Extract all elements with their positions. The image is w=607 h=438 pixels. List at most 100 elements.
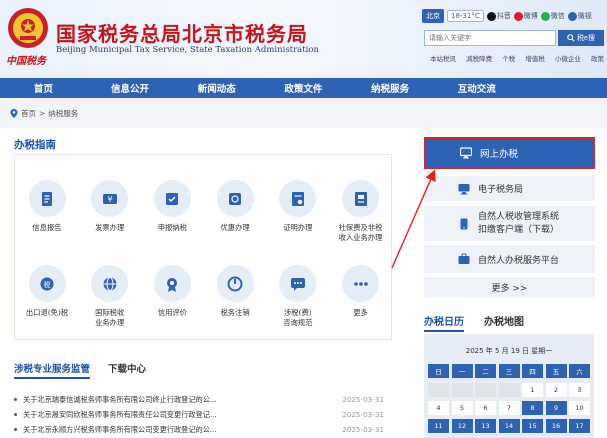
service-label: 发票办理 <box>95 223 125 232</box>
nav-interaction[interactable]: 互动交流 <box>433 78 520 98</box>
douyin-icon <box>486 11 496 21</box>
weishi-icon <box>567 11 577 21</box>
service-info-report[interactable]: 信息报告 <box>19 180 75 233</box>
service-export-refund[interactable]: 税出口退(免)税 <box>19 265 75 318</box>
calendar-day[interactable]: 10 <box>569 401 590 415</box>
nav-policy[interactable]: 政策文件 <box>260 78 347 98</box>
certificate-icon <box>291 191 304 206</box>
quick-link[interactable]: 增值税 <box>525 53 545 63</box>
location-pin-icon <box>10 109 18 118</box>
service-icon-circle <box>153 265 191 302</box>
service-preferential[interactable]: 优惠办理 <box>207 180 263 233</box>
calendar-day <box>428 383 449 397</box>
news-item[interactable]: 关于北京瑞泰信诚税务师事务所有限公司终止行政登记的公... 2025-03-31 <box>14 392 384 407</box>
site-title-en: Beijing Municipal Tax Service, State Tax… <box>56 45 319 55</box>
quick-link[interactable]: 个税 <box>502 53 515 63</box>
news-item[interactable]: 关于北京永顺方兴税务师事务所有限公司变更行政登记的公... 2025-03-31 <box>14 422 384 437</box>
nav-home[interactable]: 首页 <box>0 78 87 98</box>
nav-tax-service[interactable]: 纳税服务 <box>347 78 434 98</box>
search-input[interactable] <box>424 30 556 46</box>
calendar-day[interactable]: 12 <box>451 419 473 433</box>
bullet <box>14 428 17 431</box>
site-title-cn[interactable]: 国家税务总局北京市税务局 <box>56 18 308 47</box>
tab-professional-supervision[interactable]: 涉税专业服务监管 <box>14 361 91 379</box>
export-refund-icon: 税 <box>40 277 54 290</box>
calendar-day[interactable]: 2 <box>545 383 567 397</box>
weishi-link[interactable]: 微视 <box>567 11 592 21</box>
news-date: 2025-03-31 <box>342 425 384 434</box>
quick-link[interactable]: 本站税讯 <box>430 53 456 63</box>
bullet <box>14 413 17 416</box>
breadcrumb-current[interactable]: 纳税服务 <box>48 108 78 119</box>
news-title[interactable]: 关于北京晟安同欣税务师事务所有限责任公司变更行政登记... <box>23 410 334 420</box>
service-deregistration[interactable]: 税务注销 <box>207 265 263 318</box>
service-credit-rating[interactable]: 信用评价 <box>144 265 200 318</box>
tab-tax-calendar[interactable]: 办税日历 <box>424 313 464 332</box>
service-icon-circle <box>342 180 379 217</box>
briefcase-icon <box>458 253 470 264</box>
natural-person-platform-button[interactable]: 自然人办税服务平台 <box>424 245 595 273</box>
declaration-icon <box>166 192 179 205</box>
natural-person-system-button[interactable]: 自然人税收管理系统 扣缴客户端（下载） <box>424 206 595 241</box>
online-tax-button[interactable]: 网上办税 <box>424 137 595 169</box>
calendar-day[interactable]: 3 <box>569 383 590 397</box>
calendar-day[interactable]: 17 <box>569 419 590 433</box>
service-more[interactable]: 更多 <box>333 265 389 318</box>
calendar-day[interactable]: 6 <box>475 401 496 415</box>
calendar-day <box>475 383 496 397</box>
service-international-tax[interactable]: 国际税收 业务办理 <box>82 265 138 328</box>
tab-tax-map[interactable]: 办税地图 <box>484 313 524 332</box>
news-item[interactable]: 关于北京晟安同欣税务师事务所有限责任公司变更行政登记... 2025-03-31 <box>14 407 384 422</box>
breadcrumb-home[interactable]: 首页 <box>21 108 36 119</box>
quick-link[interactable]: 减税降费 <box>466 53 492 63</box>
douyin-link[interactable]: 抖音 <box>486 11 511 21</box>
service-certificate[interactable]: 证明办理 <box>270 180 326 233</box>
service-label: 证明办理 <box>283 223 313 232</box>
news-title[interactable]: 关于北京永顺方兴税务师事务所有限公司变更行政登记的公... <box>23 425 334 435</box>
service-invoice[interactable]: ¥ 发票办理 <box>82 180 138 233</box>
calendar-weekday: 五 <box>545 364 567 378</box>
breadcrumb-separator: > <box>39 109 46 118</box>
calendar-weekday: 日 <box>428 364 449 378</box>
wechat-icon <box>540 11 550 21</box>
search-button[interactable]: 税e搜 <box>558 30 604 46</box>
calendar-day[interactable]: 11 <box>428 419 449 433</box>
city-selector[interactable]: 北京 <box>422 9 444 23</box>
service-declaration[interactable]: 申报纳税 <box>144 180 200 233</box>
bullet <box>14 398 17 401</box>
quick-link[interactable]: 小微企业 <box>555 53 581 63</box>
weibo-icon <box>513 11 523 21</box>
calendar-day[interactable]: 1 <box>522 383 543 397</box>
wechat-link[interactable]: 微信 <box>540 11 565 21</box>
credit-rating-icon <box>167 277 178 292</box>
weibo-link[interactable]: 微博 <box>513 11 538 21</box>
nav-info-disclosure[interactable]: 信息公开 <box>87 78 174 98</box>
service-icon-circle <box>216 180 254 217</box>
etax-bureau-button[interactable]: 电子税务局 <box>424 176 595 201</box>
more-services-button[interactable]: 更多 >> <box>424 277 595 297</box>
news-title[interactable]: 关于北京瑞泰信诚税务师事务所有限公司终止行政登记的公... <box>23 395 334 405</box>
service-consultation[interactable]: 涉税(费) 咨询规范 <box>270 265 326 328</box>
calendar-weekday: 三 <box>498 364 520 378</box>
calendar-day[interactable]: 7 <box>498 401 520 415</box>
nav-news[interactable]: 新闻动态 <box>173 78 260 98</box>
monitor-icon <box>460 147 472 159</box>
calendar-day[interactable]: 5 <box>451 401 473 415</box>
calendar-day[interactable]: 8 <box>522 401 543 415</box>
natural-person-line1: 自然人税收管理系统 <box>478 211 560 222</box>
quick-links: 本站税讯 减税降费 个税 增值税 小微企业 政策 <box>430 53 604 63</box>
quick-link[interactable]: 政策 <box>591 53 604 63</box>
service-social-security[interactable]: 社保费及非税 收入业务办理 <box>333 180 389 243</box>
calendar-day[interactable]: 14 <box>498 419 520 433</box>
service-label: 优惠办理 <box>220 223 250 232</box>
service-icon-circle <box>216 265 254 302</box>
calendar-day[interactable]: 15 <box>522 419 543 433</box>
natural-person-platform-label: 自然人办税服务平台 <box>478 255 560 266</box>
calendar-day[interactable]: 4 <box>428 401 449 415</box>
calendar-day[interactable]: 13 <box>475 419 496 433</box>
preferential-icon <box>229 192 242 205</box>
calendar-day[interactable]: 9 <box>545 401 567 415</box>
tab-download-center[interactable]: 下载中心 <box>108 361 146 379</box>
service-icon-circle <box>279 180 317 217</box>
calendar-day[interactable]: 16 <box>545 419 567 433</box>
